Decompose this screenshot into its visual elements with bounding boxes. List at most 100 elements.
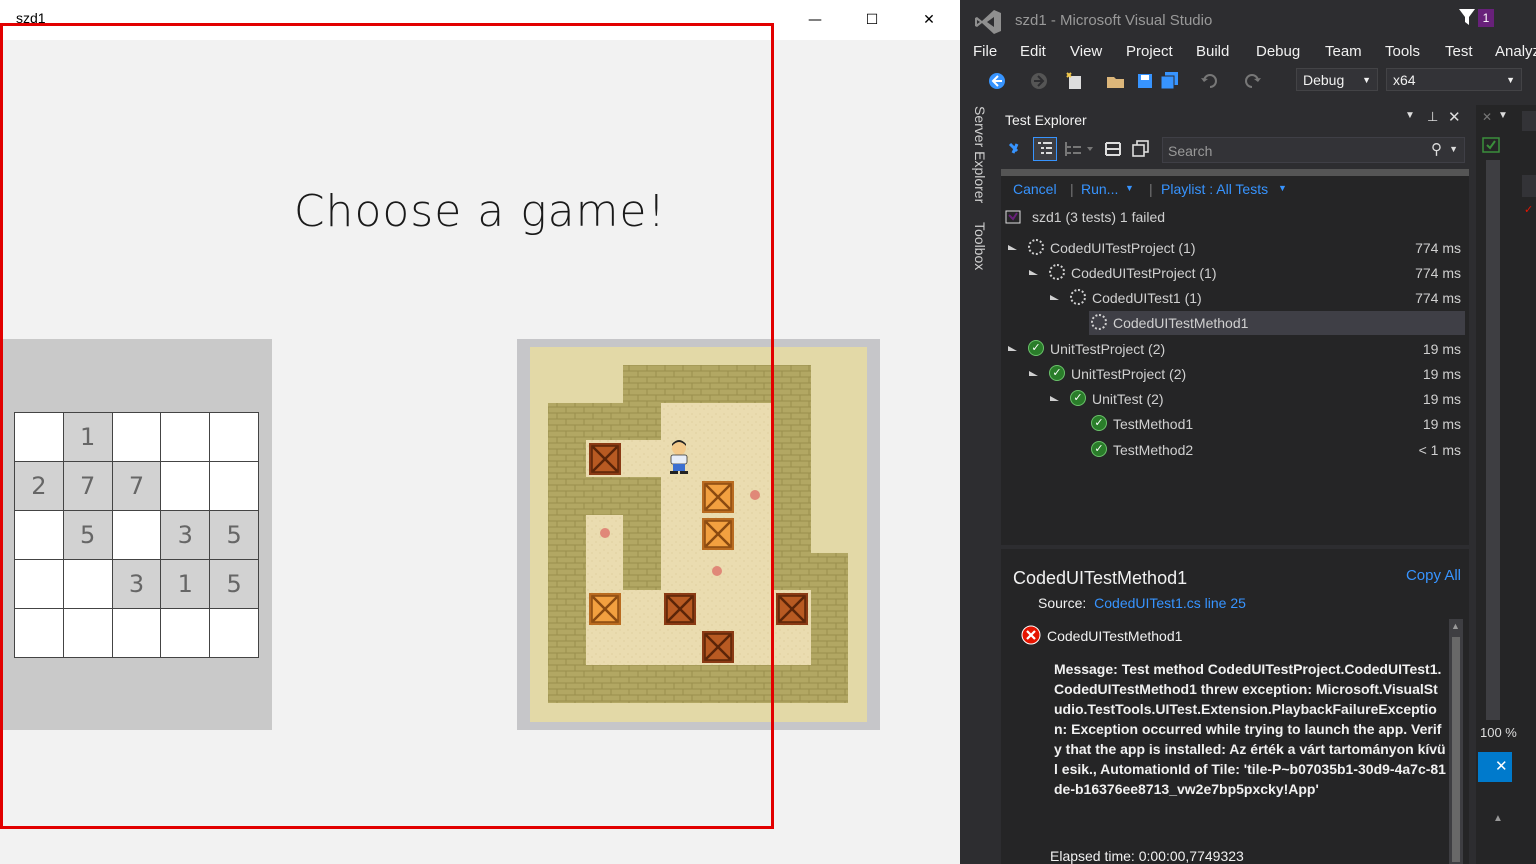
test-tree-item[interactable]: ✓ UnitTest (2) 19 ms (1001, 387, 1467, 411)
test-tree-item[interactable]: ✓ UnitTestProject (2) 19 ms (1001, 362, 1467, 386)
open-file-icon[interactable] (1106, 72, 1126, 90)
forward-icon[interactable] (1030, 72, 1048, 90)
grid-cell (14, 412, 64, 462)
search-placeholder: Search (1168, 143, 1213, 159)
copy-icon[interactable] (1131, 139, 1151, 159)
menu-edit[interactable]: Edit (1020, 43, 1046, 60)
server-explorer-tab[interactable]: Server Explorer (972, 106, 988, 203)
expand-toggle-icon[interactable] (1029, 371, 1038, 376)
window-menu-icon[interactable]: ▼ (1405, 110, 1415, 121)
solution-explorer-tab[interactable] (1522, 111, 1536, 131)
redo-icon[interactable] (1244, 72, 1262, 90)
copy-all-link[interactable]: Copy All (1406, 567, 1461, 584)
playlist-link[interactable]: Playlist : All Tests (1161, 181, 1268, 197)
sokoban-tile[interactable] (517, 339, 880, 730)
pin-icon[interactable]: ⊥ (1427, 109, 1438, 125)
test-tree-item[interactable]: CodedUITest1 (1) 774 ms (1001, 286, 1467, 310)
maximize-button[interactable]: ☐ (849, 0, 895, 40)
menu-tools[interactable]: Tools (1385, 43, 1420, 60)
group-by-button[interactable] (1033, 137, 1057, 161)
close-panel-icon[interactable]: ✕ (1482, 110, 1492, 124)
scroll-up-icon[interactable]: ▲ (1451, 621, 1460, 631)
run-link[interactable]: Run... (1081, 181, 1118, 197)
expand-toggle-icon[interactable] (1050, 295, 1059, 300)
test-tree-item[interactable]: CodedUITestMethod1 (1089, 311, 1465, 335)
test-explorer-header: Test Explorer ▼ ⊥ ✕ (1001, 105, 1469, 133)
toolbox-tab[interactable]: Toolbox (972, 222, 988, 270)
save-all-icon[interactable] (1160, 71, 1180, 91)
menu-debug[interactable]: Debug (1256, 43, 1300, 60)
detail-source: Source: CodedUITest1.cs line 25 (1038, 595, 1246, 611)
scroll-up-icon[interactable]: ▲ (1493, 813, 1503, 824)
expand-toggle-icon[interactable] (1029, 270, 1038, 275)
chevron-down-icon[interactable]: ▼ (1449, 144, 1458, 154)
zoom-level[interactable]: 100 % (1480, 725, 1517, 740)
expand-all-icon[interactable] (1103, 139, 1123, 159)
menu-team[interactable]: Team (1325, 43, 1362, 60)
left-tool-tabs: Server Explorer Toolbox (960, 100, 1000, 864)
test-duration: 774 ms (1415, 240, 1461, 256)
back-icon[interactable] (988, 72, 1006, 90)
cancel-link[interactable]: Cancel (1013, 181, 1057, 197)
chevron-down-icon[interactable]: ▼ (1125, 183, 1134, 193)
passed-icon: ✓ (1091, 441, 1107, 457)
standard-toolbar: Debug ▼ x64 ▼ (960, 66, 1536, 96)
close-panel-icon[interactable]: ✕ (1448, 108, 1461, 126)
search-icon[interactable]: ⚲ (1431, 140, 1442, 158)
grid-cell (62, 559, 113, 609)
close-button[interactable]: ✕ (906, 0, 952, 40)
undo-icon[interactable] (1200, 72, 1218, 90)
expand-toggle-icon[interactable] (1050, 396, 1059, 401)
test-settings-icon[interactable] (1482, 136, 1504, 156)
chevron-down-icon[interactable]: ▼ (1278, 183, 1287, 193)
run-tests-icon[interactable] (1007, 141, 1027, 161)
test-tree-item[interactable]: ✓ UnitTestProject (2) 19 ms (1001, 337, 1467, 361)
grid-row: 1 (14, 412, 259, 462)
expand-toggle-icon[interactable] (1008, 346, 1017, 351)
menu-test[interactable]: Test (1445, 43, 1473, 60)
passed-icon: ✓ (1070, 390, 1086, 406)
test-duration: 19 ms (1422, 366, 1461, 382)
test-tree-item[interactable]: ✓ TestMethod2 < 1 ms (1001, 438, 1467, 462)
grid-cell (209, 412, 259, 462)
notification-badge[interactable]: 1 (1478, 9, 1494, 27)
running-icon (1049, 264, 1065, 280)
menu-file[interactable]: File (973, 43, 997, 60)
sokoban-board (530, 347, 867, 722)
solution-configuration-dropdown[interactable]: Debug ▼ (1296, 68, 1378, 91)
detail-test-name: CodedUITestMethod1 (1013, 568, 1188, 588)
grid-row (14, 608, 259, 658)
search-solution-box[interactable] (1522, 175, 1536, 197)
test-tree-item[interactable]: CodedUITestProject (1) 774 ms (1001, 236, 1467, 260)
expand-toggle-icon[interactable] (1008, 245, 1017, 250)
search-input[interactable]: Search ⚲ ▼ (1162, 137, 1465, 163)
test-name: CodedUITestProject (1) (1050, 240, 1196, 256)
grid-cell: 5 (62, 510, 113, 560)
window-menu-icon[interactable]: ▼ (1498, 110, 1508, 121)
test-tree-item[interactable]: CodedUITestProject (1) 774 ms (1001, 261, 1467, 285)
error-close-button[interactable]: ✕ (1478, 752, 1512, 782)
grid-cell: 3 (160, 510, 211, 560)
detail-scrollbar[interactable]: ▲ (1449, 619, 1463, 864)
number-puzzle-tile[interactable]: 1277535315 (0, 339, 272, 730)
hierarchy-icon[interactable] (1063, 139, 1095, 159)
minimize-button[interactable]: — (792, 0, 838, 40)
test-explorer-toolbar: Search ⚲ ▼ (1001, 133, 1469, 169)
error-message: Message: Test method CodedUITestProject.… (1054, 661, 1446, 797)
source-link[interactable]: CodedUITest1.cs line 25 (1094, 595, 1246, 611)
save-icon[interactable] (1136, 72, 1154, 90)
test-tree-item[interactable]: ✓ TestMethod1 19 ms (1001, 412, 1467, 436)
menu-view[interactable]: View (1070, 43, 1102, 60)
test-summary-row[interactable]: szd1 (3 tests) 1 failed (1001, 205, 1467, 229)
notification-flag-icon[interactable] (1458, 8, 1476, 26)
menu-project[interactable]: Project (1126, 43, 1173, 60)
menu-analyze[interactable]: Analyz (1495, 43, 1536, 60)
right-scrollbar[interactable] (1486, 160, 1500, 720)
solution-platform-dropdown[interactable]: x64 ▼ (1386, 68, 1522, 91)
grid-cell (14, 559, 64, 609)
app-titlebar[interactable]: szd1 — ☐ ✕ (0, 0, 960, 40)
sokoban-map-image (548, 365, 848, 703)
menu-build[interactable]: Build (1196, 43, 1229, 60)
new-project-icon[interactable] (1066, 72, 1084, 90)
scroll-thumb[interactable] (1452, 637, 1460, 862)
